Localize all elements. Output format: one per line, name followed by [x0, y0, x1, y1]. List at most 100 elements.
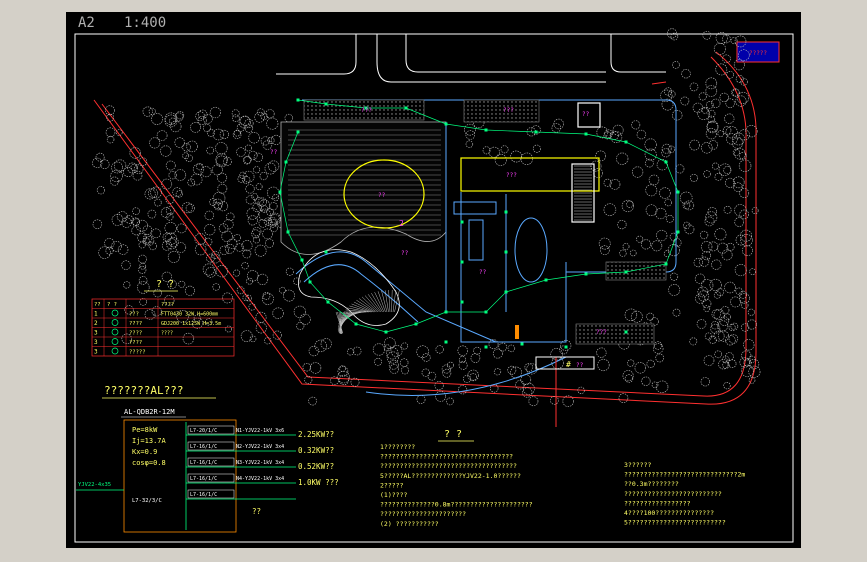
- panel-param: Kx=0.9: [132, 448, 157, 456]
- tree-symbol: [622, 243, 630, 250]
- cad-viewport[interactable]: A2 1:400 ????? # ?? ?? ?? ??? ??? ?? ???…: [66, 12, 801, 548]
- tree-symbol: [725, 126, 738, 139]
- tree-symbol: [227, 238, 238, 250]
- tree-symbol: [624, 308, 638, 321]
- lamp-symbol: [484, 345, 488, 349]
- lamp-symbol: [286, 230, 290, 234]
- tree-symbol: [651, 381, 659, 389]
- tree-symbol: [473, 346, 481, 355]
- tree-symbol: [266, 117, 279, 130]
- legend-row-no: 2: [94, 320, 98, 327]
- tree-symbol: [167, 250, 180, 263]
- panel-box-code: AL-QDB2R-12M: [124, 408, 175, 416]
- tree-symbol: [401, 342, 409, 350]
- tree-symbol: [267, 186, 280, 200]
- tree-symbol: [400, 358, 409, 367]
- lamp-symbol: [676, 190, 680, 194]
- tree-symbol: [698, 92, 707, 101]
- label-bridge: ??: [401, 250, 409, 257]
- label-lawn: ???: [503, 107, 514, 114]
- tree-symbol: [255, 183, 263, 191]
- tree-symbol: [265, 238, 275, 248]
- tree-symbol: [630, 310, 643, 323]
- lamp-symbol: [624, 270, 628, 274]
- tree-symbol: [253, 152, 263, 162]
- lamp-symbol: [460, 300, 464, 304]
- tree-symbol: [308, 346, 319, 357]
- tree-symbol: [110, 169, 123, 183]
- tree-symbol: [680, 96, 690, 106]
- lamp-symbol: [326, 300, 330, 304]
- tree-symbol: [164, 112, 178, 125]
- tree-symbol: [551, 123, 561, 133]
- tree-symbol: [746, 319, 757, 330]
- tree-symbol: [435, 390, 446, 402]
- tree-symbol: [696, 319, 707, 329]
- tree-symbol: [262, 292, 271, 300]
- tree-symbol: [748, 359, 760, 370]
- note-line: (2) ???????????: [380, 520, 439, 528]
- tree-symbol: [164, 222, 177, 235]
- tree-symbol: [151, 228, 161, 239]
- tree-symbol: [211, 164, 223, 176]
- tree-symbol: [237, 175, 246, 183]
- tree-symbol: [224, 243, 235, 254]
- tree-symbol: [212, 283, 220, 291]
- tree-symbol: [165, 160, 176, 171]
- tree-symbol: [123, 281, 131, 289]
- tree-symbol: [700, 377, 710, 387]
- tree-symbol: [617, 220, 627, 230]
- tree-symbol: [458, 356, 466, 364]
- tree-symbol: [711, 309, 721, 319]
- tree-symbol: [181, 202, 193, 214]
- tree-symbol: [550, 348, 563, 361]
- label-parking: ???: [361, 107, 372, 114]
- tree-symbol: [284, 113, 294, 123]
- tree-symbol: [200, 166, 212, 178]
- tree-symbol: [121, 260, 131, 270]
- stair-hatch: [574, 165, 592, 221]
- panel-param: Pe=8kW: [132, 426, 158, 434]
- tree-symbol: [671, 109, 683, 121]
- island-hatch-ray: [384, 290, 389, 313]
- circuit-breaker: L7-16/1/C: [190, 444, 217, 450]
- tree-symbol: [209, 106, 221, 119]
- tree-symbol: [711, 162, 719, 170]
- tree-symbol: [150, 186, 162, 199]
- tree-symbol: [618, 393, 629, 403]
- tree-symbol: [254, 244, 267, 257]
- note-line: ??????????????????????????????????: [380, 453, 513, 461]
- tree-symbol: [309, 362, 322, 374]
- tree-symbol: [701, 251, 712, 261]
- tree-symbol: [730, 37, 738, 45]
- tree-symbol: [109, 176, 119, 186]
- tree-symbol: [670, 272, 679, 281]
- tree-symbol: [269, 202, 278, 211]
- tree-symbol: [148, 107, 156, 115]
- tree-symbol: [247, 215, 258, 226]
- tree-symbol: [244, 124, 254, 133]
- tree-symbol: [689, 139, 700, 151]
- lamp-symbol: [354, 322, 358, 326]
- tree-symbol: [175, 242, 187, 253]
- tree-symbol: [400, 366, 409, 375]
- panel-param: cosφ=0.8: [132, 459, 166, 467]
- tree-symbol: [241, 240, 253, 252]
- tree-symbol: [619, 249, 627, 257]
- tree-symbol: [721, 306, 730, 315]
- tree-symbol: [727, 359, 737, 368]
- tree-symbol: [603, 178, 612, 187]
- tree-symbol: [213, 202, 222, 211]
- tree-symbol: [176, 223, 187, 234]
- tree-symbol: [493, 368, 502, 376]
- tree-symbol: [219, 245, 229, 255]
- tree-symbol: [705, 127, 718, 140]
- tree-symbol: [151, 306, 162, 317]
- tree-symbol: [694, 273, 706, 284]
- tree-symbol: [458, 385, 468, 395]
- tree-symbol: [609, 179, 621, 190]
- tree-symbol: [285, 267, 294, 276]
- lamp-symbol: [384, 330, 388, 334]
- tree-symbol: [641, 239, 652, 250]
- tree-symbol: [699, 230, 709, 240]
